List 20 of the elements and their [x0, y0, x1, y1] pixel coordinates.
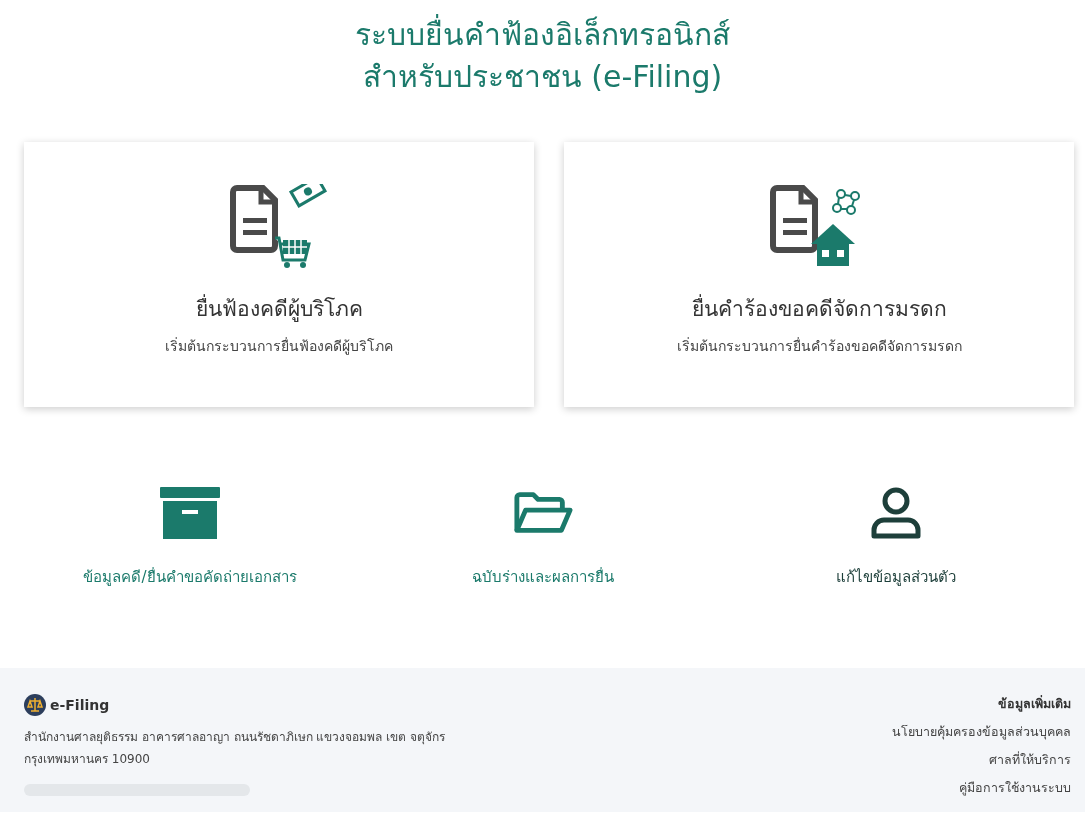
shortcut-link[interactable]: แก้ไขข้อมูลส่วนตัว: [835, 565, 956, 589]
footer-link[interactable]: คู่มือการใช้งานระบบ: [959, 778, 1071, 798]
card-title: ยื่นคำร้องขอคดีจัดการมรดก: [691, 292, 947, 325]
footer-link[interactable]: ศาลที่ให้บริการ: [989, 750, 1071, 770]
card-subtitle: เริ่มต้นกระบวนการยื่นคำร้องขอคดีจัดการมรดก: [676, 336, 962, 356]
page-title: สำหรับประชาชน (e-Filing): [362, 58, 723, 96]
scales-logo-icon: [24, 694, 46, 716]
brand-name: e-Filing: [50, 697, 110, 713]
footer-link[interactable]: นโยบายคุ้มครองข้อมูลส่วนบุคคล: [892, 722, 1071, 742]
shortcut-link[interactable]: ฉบับร่างและผลการยื่น: [472, 565, 614, 589]
card-title: ยื่นฟ้องคดีผู้บริโภค: [195, 292, 363, 325]
links-heading: ข้อมูลเพิ่มเติม: [998, 694, 1071, 714]
address-text: สำนักงานศาลยุติธรรม อาคารศาลอาญา ถนนรัชดาภิเษก แขวงจอมพล เขต จตุจักร กรุงเทพมหานคร 10900: [24, 729, 447, 769]
archive-box-icon: [160, 487, 220, 539]
document-cart-icon: [229, 184, 329, 270]
service-card[interactable]: ยื่นฟ้องคดีผู้บริโภค เริ่มต้นกระบวนการยื่นฟ้องคดีผู้บริโภค: [24, 142, 534, 407]
service-card[interactable]: ยื่นคำร้องขอคดีจัดการมรดก เริ่มต้นกระบวนการยื่นคำร้องขอคดีจัดการมรดก: [564, 142, 1074, 407]
shortcut-link[interactable]: ข้อมูลคดี/ยื่นคำขอคัดถ่ายเอกสาร: [83, 565, 297, 589]
page-title: ระบบยื่นคำฟ้องอิเล็กทรอนิกส์: [355, 14, 730, 56]
card-subtitle: เริ่มต้นกระบวนการยื่นฟ้องคดีผู้บริโภค: [165, 336, 393, 357]
